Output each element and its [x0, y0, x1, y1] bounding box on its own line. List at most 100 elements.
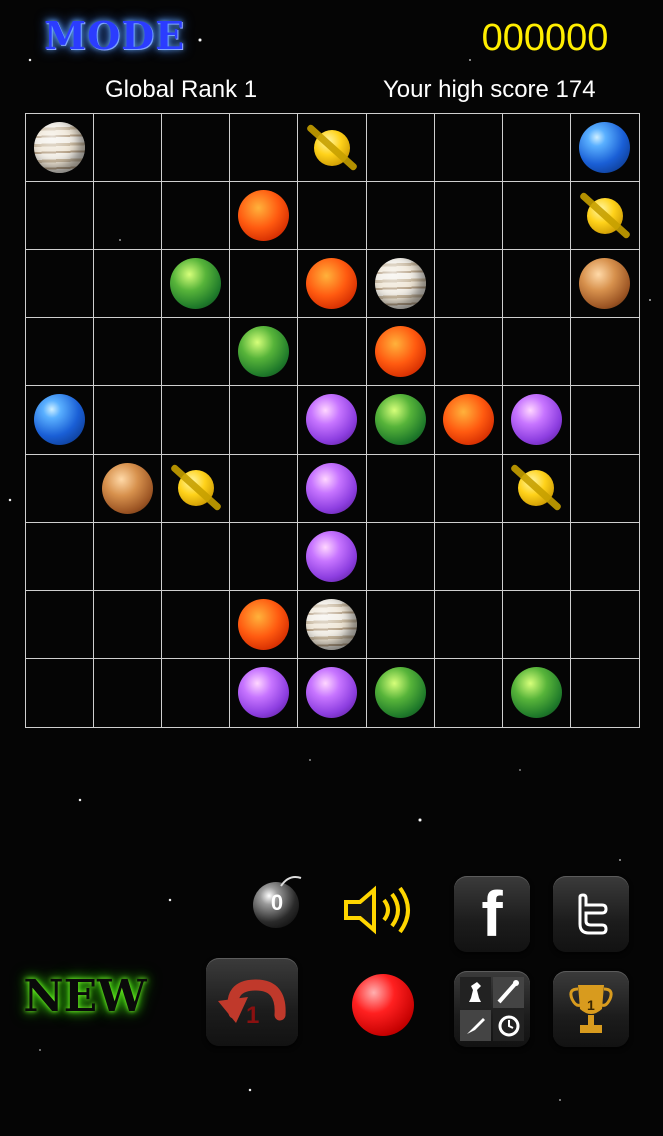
purple-planet[interactable]	[238, 667, 290, 719]
board-cell[interactable]	[434, 590, 503, 659]
board-cell[interactable]	[230, 318, 299, 387]
green-planet[interactable]	[238, 326, 290, 378]
board-cell[interactable]	[366, 250, 435, 319]
saturn-planet[interactable]	[518, 470, 555, 507]
board-cell[interactable]	[570, 455, 639, 523]
board-cell[interactable]	[230, 250, 299, 319]
board-cell[interactable]	[26, 590, 95, 659]
twitter-button[interactable]	[553, 876, 629, 952]
board-cell[interactable]	[230, 658, 299, 727]
board-cell[interactable]	[298, 318, 367, 387]
board-cell[interactable]	[230, 386, 299, 455]
sound-toggle[interactable]	[340, 880, 418, 940]
board-cell[interactable]	[366, 386, 435, 455]
board-cell[interactable]	[502, 114, 571, 183]
saturn-planet[interactable]	[586, 197, 623, 234]
board-cell[interactable]	[502, 250, 571, 319]
earth-planet[interactable]	[34, 394, 86, 446]
board-cell[interactable]	[162, 658, 231, 727]
board-cell[interactable]	[26, 454, 95, 523]
board-cell[interactable]	[94, 454, 163, 523]
board-cell[interactable]	[162, 590, 231, 659]
facebook-button[interactable]: f	[454, 876, 530, 952]
undo-button[interactable]: 1	[206, 958, 298, 1046]
purple-planet[interactable]	[510, 394, 562, 446]
jupiter-planet[interactable]	[306, 598, 358, 650]
board-cell[interactable]	[94, 658, 163, 727]
board-cell[interactable]	[434, 182, 503, 251]
purple-planet[interactable]	[306, 462, 358, 514]
board-cell[interactable]	[230, 182, 299, 251]
purple-planet[interactable]	[306, 530, 358, 582]
board-cell[interactable]	[366, 522, 435, 591]
board-cell[interactable]	[571, 659, 639, 727]
board-cell[interactable]	[162, 182, 231, 251]
board-cell[interactable]	[366, 114, 435, 183]
board-cell[interactable]	[162, 318, 231, 387]
green-planet[interactable]	[374, 667, 426, 719]
board-cell[interactable]	[94, 182, 163, 251]
board-cell[interactable]	[94, 386, 163, 455]
board-cell[interactable]	[570, 591, 639, 659]
sun-planet[interactable]	[238, 598, 290, 650]
jupiter-planet[interactable]	[374, 258, 426, 310]
board-cell[interactable]	[434, 318, 503, 387]
board-cell[interactable]	[298, 454, 367, 523]
board-cell[interactable]	[298, 182, 367, 251]
board-cell[interactable]	[298, 114, 367, 183]
board-cell[interactable]	[26, 250, 95, 319]
board-cell[interactable]	[503, 658, 571, 727]
board-cell[interactable]	[298, 250, 367, 319]
board-cell[interactable]	[230, 114, 299, 183]
board-cell[interactable]	[502, 318, 571, 387]
board-cell[interactable]	[570, 182, 639, 251]
board-cell[interactable]	[366, 318, 435, 387]
board-cell[interactable]	[570, 318, 639, 387]
board-cell[interactable]	[26, 386, 95, 455]
mars-planet[interactable]	[102, 462, 154, 514]
new-game-button[interactable]: NEW	[20, 963, 150, 1029]
mars-planet[interactable]	[579, 258, 631, 310]
board-cell[interactable]	[94, 114, 163, 183]
board-cell[interactable]	[502, 522, 571, 591]
board-cell[interactable]	[434, 386, 503, 455]
board-cell[interactable]	[26, 658, 95, 727]
board-cell[interactable]	[230, 522, 299, 591]
board-cell[interactable]	[230, 590, 299, 659]
board-cell[interactable]	[434, 454, 503, 523]
bomb-button[interactable]: 0	[251, 876, 303, 928]
board-cell[interactable]	[94, 250, 163, 319]
board-cell[interactable]	[434, 114, 503, 183]
board-cell[interactable]	[298, 386, 367, 455]
board-cell[interactable]	[367, 658, 435, 727]
board-cell[interactable]	[26, 114, 95, 183]
board-cell[interactable]	[298, 658, 367, 727]
board-cell[interactable]	[230, 454, 299, 523]
sun-planet[interactable]	[306, 258, 358, 310]
sun-planet[interactable]	[238, 190, 290, 242]
board-cell[interactable]	[94, 318, 163, 387]
saturn-planet[interactable]	[177, 470, 214, 507]
purple-planet[interactable]	[306, 394, 358, 446]
leaderboard-button[interactable]: 1	[553, 971, 629, 1047]
board-cell[interactable]	[435, 658, 503, 727]
green-planet[interactable]	[374, 394, 426, 446]
board-cell[interactable]	[26, 318, 95, 387]
board-cell[interactable]	[366, 454, 435, 523]
earth-planet[interactable]	[579, 122, 631, 174]
board-cell[interactable]	[570, 386, 639, 455]
board-cell[interactable]	[502, 386, 571, 455]
jupiter-planet[interactable]	[34, 122, 86, 174]
mode-button[interactable]: MODE	[44, 12, 184, 58]
board-cell[interactable]	[570, 250, 639, 319]
board-cell[interactable]	[366, 182, 435, 251]
sun-planet[interactable]	[374, 326, 426, 378]
sun-planet[interactable]	[442, 394, 494, 446]
board-cell[interactable]	[94, 522, 163, 591]
board-cell[interactable]	[162, 250, 231, 319]
board-cell[interactable]	[162, 522, 231, 591]
board-cell[interactable]	[502, 182, 571, 251]
board-cell[interactable]	[26, 182, 95, 251]
board-cell[interactable]	[502, 454, 571, 523]
green-planet[interactable]	[170, 258, 222, 310]
